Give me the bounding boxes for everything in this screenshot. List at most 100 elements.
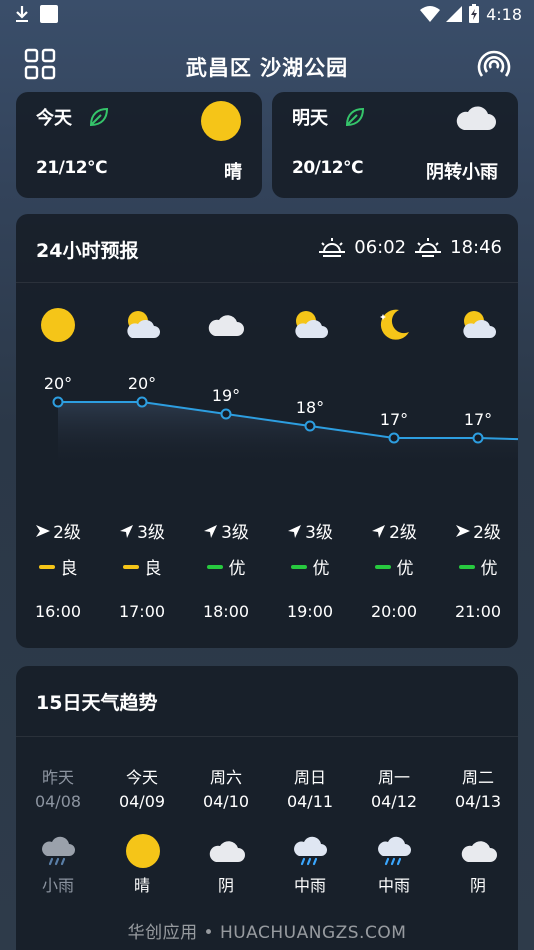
day-date: 04/13 xyxy=(454,792,502,811)
wind-arrow-icon xyxy=(456,524,471,537)
hour-time: 19:00 xyxy=(286,602,334,621)
tomorrow-temp: 20/12℃ xyxy=(292,158,364,178)
day-name: 周日 xyxy=(293,768,326,787)
download-icon xyxy=(16,6,28,22)
partly-cloudy-icon xyxy=(459,306,497,344)
hourly-columns: 20° 2级良 16:00 20° 3级良 17:00 19° 3级优 18:00 18° 3级优 1… xyxy=(16,214,518,648)
wind-level: 2级 xyxy=(53,523,81,543)
hour-time: 20:00 xyxy=(370,602,418,621)
day-name: 周二 xyxy=(461,768,494,787)
tomorrow-card[interactable]: 明天 20/12℃ 阴转小雨 xyxy=(272,92,518,198)
wind-level: 2级 xyxy=(389,523,417,543)
wind-arrow-icon xyxy=(36,524,51,537)
rain-cloud-icon xyxy=(376,832,412,868)
day-condition: 晴 xyxy=(133,876,150,895)
cloud-icon xyxy=(208,832,245,868)
cloud-icon xyxy=(456,106,496,130)
today-condition: 晴 xyxy=(224,162,242,183)
battery-charging-icon xyxy=(469,4,480,23)
day-date: 04/10 xyxy=(202,792,250,811)
partly-cloudy-icon xyxy=(291,306,329,344)
clock: 4:18 xyxy=(486,4,522,24)
hour-wind: 2级 xyxy=(352,518,436,543)
wind-level: 3级 xyxy=(221,523,249,543)
day-name: 昨天 xyxy=(41,768,74,787)
watermark: 华创应用 • HUACHUANGZS.COM xyxy=(127,923,407,943)
day-condition: 中雨 xyxy=(377,876,410,895)
cloud-icon xyxy=(460,832,497,868)
hour-aqi: 优 xyxy=(436,554,518,579)
hour-temp: 17° xyxy=(463,410,493,429)
sun-icon xyxy=(124,832,160,868)
day-condition: 阴 xyxy=(217,876,234,895)
hourly-forecast-card[interactable]: 24小时预报 06:02 18:46 20° 2级良 16:00 20° 3级良 17:0… xyxy=(16,214,518,648)
hour-time: 21:00 xyxy=(454,602,502,621)
notification-icon xyxy=(40,5,58,23)
hour-aqi: 优 xyxy=(268,554,352,579)
hour-wind: 3级 xyxy=(100,518,184,543)
hour-wind: 2级 xyxy=(16,518,100,543)
wind-level: 3级 xyxy=(137,523,165,543)
aqi-label: 优 xyxy=(480,559,498,579)
day-date: 04/09 xyxy=(118,792,166,811)
tomorrow-condition: 阴转小雨 xyxy=(426,162,498,183)
day-condition: 中雨 xyxy=(293,876,326,895)
location-title[interactable]: 武昌区 沙湖公园 xyxy=(0,52,534,82)
broadcast-signal-icon[interactable] xyxy=(476,46,512,82)
hour-wind: 3级 xyxy=(268,518,352,543)
rain-cloud-icon xyxy=(292,832,328,868)
day-condition: 小雨 xyxy=(41,876,74,895)
leaf-icon xyxy=(345,107,365,127)
day-date: 04/11 xyxy=(286,792,334,811)
wind-arrow-icon xyxy=(288,524,302,538)
aqi-label: 优 xyxy=(312,559,330,579)
hour-temp: 19° xyxy=(211,386,241,405)
trend-columns: 昨天 04/08 小雨 今天 04/09 晴 周六 04/10 阴 周日 04/11 中雨 周一 04/1… xyxy=(16,666,518,950)
hour-time: 16:00 xyxy=(34,602,82,621)
hour-time: 18:00 xyxy=(202,602,250,621)
day-name: 周一 xyxy=(377,768,410,787)
wifi-icon xyxy=(420,6,441,22)
wind-arrow-icon xyxy=(372,524,386,538)
wind-level: 2级 xyxy=(473,523,501,543)
leaf-icon xyxy=(89,107,109,127)
wind-arrow-icon xyxy=(120,524,134,538)
aqi-bar xyxy=(206,564,223,569)
hour-aqi: 良 xyxy=(100,554,184,579)
aqi-bar xyxy=(122,564,139,569)
aqi-bar xyxy=(374,564,391,569)
cell-signal-icon xyxy=(446,6,463,22)
hour-aqi: 优 xyxy=(184,554,268,579)
sun-icon xyxy=(39,306,77,344)
day-name: 今天 xyxy=(125,768,158,787)
day-condition: 阴 xyxy=(469,876,486,895)
day-date: 04/12 xyxy=(370,792,418,811)
moon-icon xyxy=(375,306,413,344)
today-label: 今天 xyxy=(36,108,72,129)
aqi-label: 优 xyxy=(396,559,414,579)
rain-cloud-icon xyxy=(40,832,76,868)
aqi-label: 良 xyxy=(144,559,162,579)
aqi-label: 良 xyxy=(60,559,78,579)
aqi-bar xyxy=(38,564,55,569)
hour-aqi: 优 xyxy=(352,554,436,579)
aqi-bar xyxy=(458,564,475,569)
hour-wind: 2级 xyxy=(436,518,518,543)
day-date: 04/08 xyxy=(34,792,82,811)
trend-card[interactable]: 15日天气趋势 昨天 04/08 小雨 今天 04/09 晴周六 04/10 阴周日 04/11… xyxy=(16,666,518,950)
cloud-icon xyxy=(207,306,245,344)
status-bar: 4:18 xyxy=(0,0,534,30)
aqi-label: 优 xyxy=(228,559,246,579)
hour-temp: 20° xyxy=(43,374,73,393)
hour-aqi: 良 xyxy=(16,554,100,579)
hour-wind: 3级 xyxy=(184,518,268,543)
hour-temp: 20° xyxy=(127,374,157,393)
hour-temp: 17° xyxy=(379,410,409,429)
today-card[interactable]: 今天 21/12℃ 晴 xyxy=(16,92,262,198)
tomorrow-label: 明天 xyxy=(292,108,328,129)
today-temp: 21/12℃ xyxy=(36,158,108,178)
wind-level: 3级 xyxy=(305,523,333,543)
partly-cloudy-icon xyxy=(123,306,161,344)
aqi-bar xyxy=(290,564,307,569)
wind-arrow-icon xyxy=(204,524,218,538)
